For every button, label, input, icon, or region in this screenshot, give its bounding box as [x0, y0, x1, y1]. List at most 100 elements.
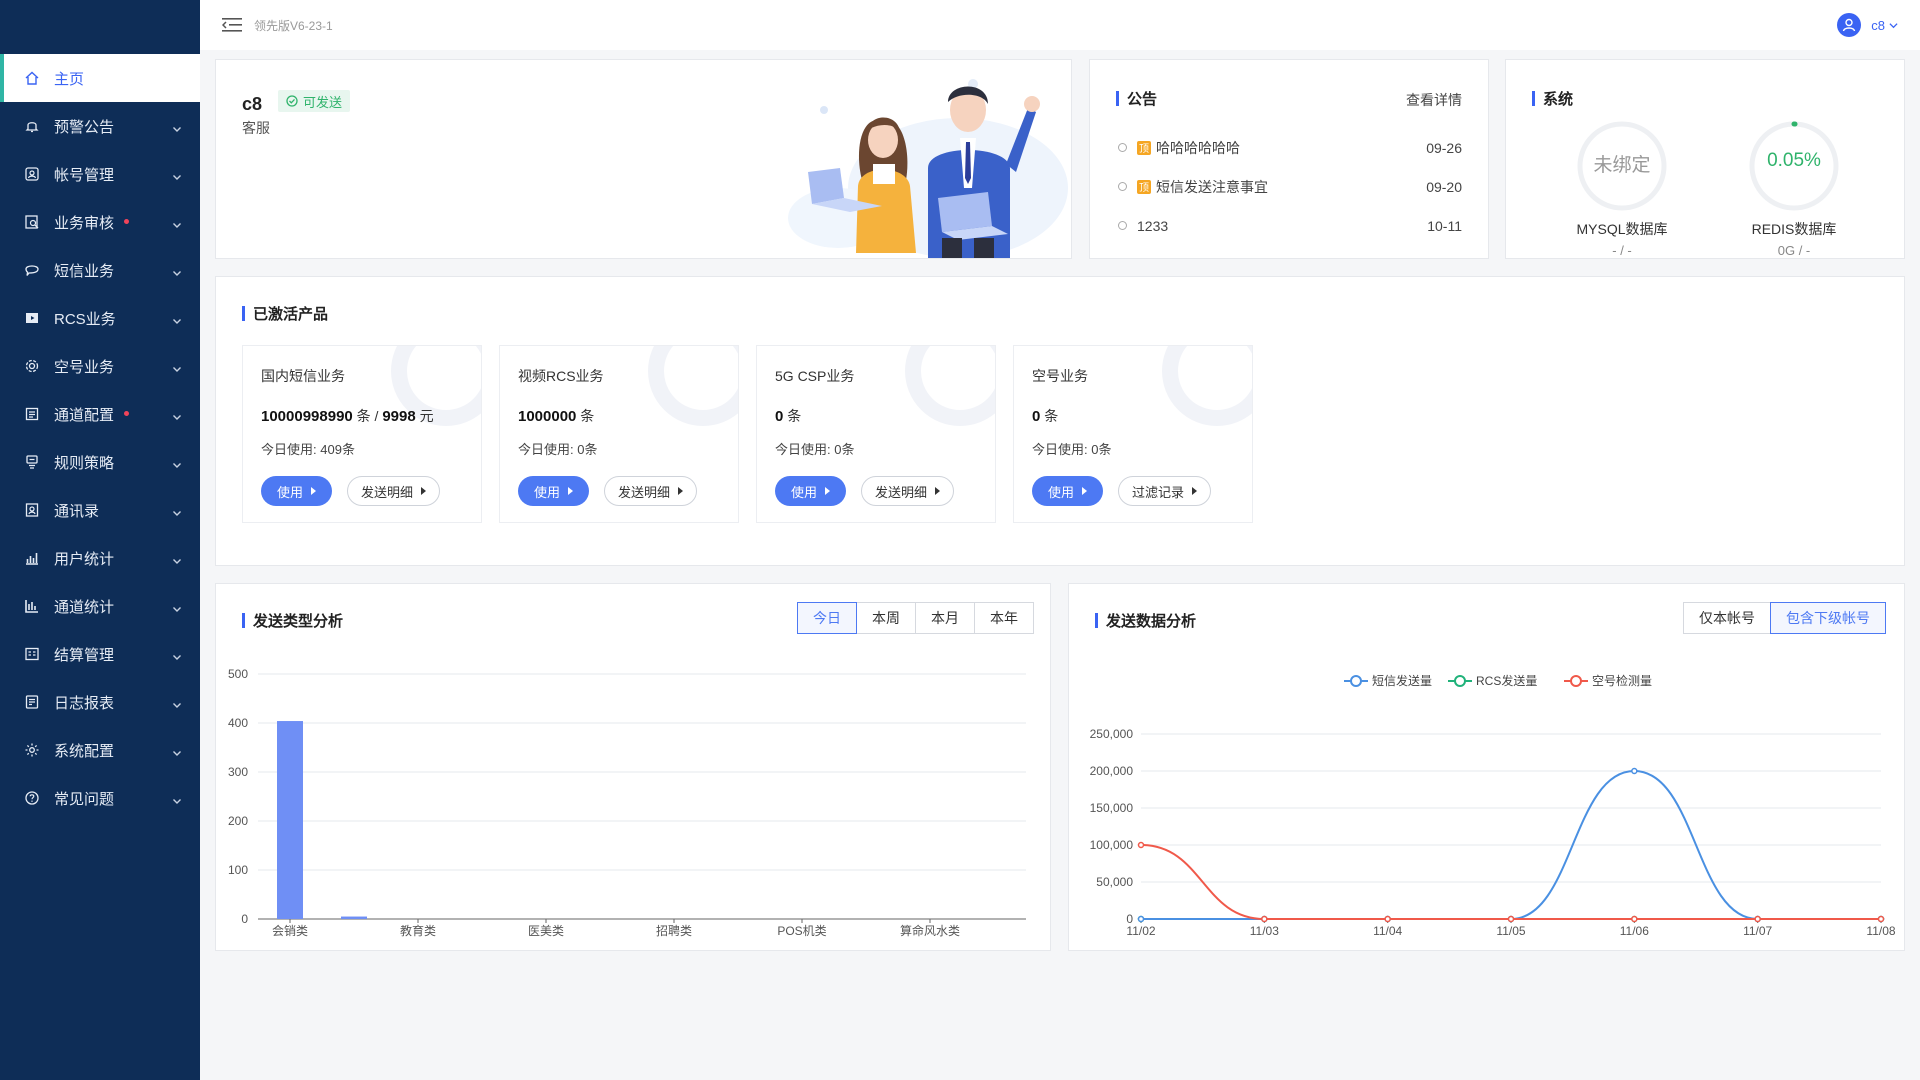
data-point: [1877, 915, 1885, 923]
product-name: 空号业务: [1032, 368, 1088, 384]
tab-period-3[interactable]: 本月: [915, 602, 975, 634]
sidebar-item-16[interactable]: 常见问题: [0, 774, 200, 822]
send-line-chart: 050,000100,000150,000200,000250,00011/02…: [1090, 673, 1896, 938]
today-usage: 今日使用: 0条: [1032, 439, 1111, 458]
notification-dot: [124, 410, 130, 416]
sidebar-item-10[interactable]: 通讯录: [0, 486, 200, 534]
detail-button[interactable]: 过滤记录: [1118, 476, 1212, 506]
notice-item[interactable]: 1233 10-11: [1118, 206, 1462, 245]
x-tick-label: 11/03: [1250, 924, 1279, 938]
sidebar-item-label: 通讯录: [54, 502, 100, 520]
sidebar-item-1[interactable]: 主页: [0, 54, 200, 102]
use-button[interactable]: 使用: [261, 476, 333, 506]
product-card: 视频RCS业务 1000000 条今日使用: 0条 使用 发送明细: [499, 345, 739, 523]
chevron-down-icon: [172, 793, 182, 804]
tab-period-2[interactable]: 本周: [856, 602, 916, 634]
sidebar-item-11[interactable]: 用户统计: [0, 534, 200, 582]
product-name: 5G CSP业务: [775, 368, 855, 384]
detail-button[interactable]: 发送明细: [604, 476, 698, 506]
x-tick-label: 招聘类: [656, 924, 692, 938]
x-tick-label: 算命风水类: [900, 923, 960, 938]
products-title: 已激活产品: [242, 303, 328, 324]
business-people-illustration: [788, 79, 1068, 258]
tab-period-4[interactable]: 本年: [974, 602, 1034, 634]
product-balance: 10000998990 条 / 9998 元: [261, 406, 434, 426]
chevron-down-icon: [172, 313, 182, 324]
caret-right-icon: [1192, 487, 1198, 495]
x-tick-label: 医美类: [528, 924, 564, 938]
sidebar-item-label: 短信业务: [54, 262, 115, 280]
detail-button-label: 发送明细: [361, 484, 414, 500]
y-tick-label: 100,000: [1090, 838, 1134, 852]
type-analysis-card: 发送类型分析 今日 本周 本月 本年 0 100 200 300 400 500 会销类 教育类 医美…: [215, 583, 1051, 951]
product-balance: 0 条: [1032, 406, 1058, 426]
tab-period-1[interactable]: 今日: [797, 602, 857, 634]
caret-right-icon: [568, 487, 574, 495]
chevron-down-icon: [172, 217, 182, 228]
chevron-down-icon: [1889, 22, 1898, 28]
balance-separator: /: [374, 408, 379, 424]
y-tick-label: 50,000: [1096, 875, 1133, 889]
sidebar-item-3[interactable]: 帐号管理: [0, 150, 200, 198]
redis-gauge-value: 0.05%: [1767, 150, 1821, 171]
notice-card: 公告 查看详情 顶哈哈哈哈哈哈 09-26 顶短信发送注意事宜 09-20 1233 10…: [1089, 59, 1489, 259]
sidebar-item-4[interactable]: 业务审核: [0, 198, 200, 246]
profile-name: c8: [242, 94, 263, 114]
notice-more-link[interactable]: 查看详情: [1406, 90, 1462, 110]
detail-button[interactable]: 发送明细: [861, 476, 955, 506]
y-tick-label: 200: [228, 814, 248, 828]
sidebar-item-7[interactable]: 空号业务: [0, 342, 200, 390]
user-menu[interactable]: c8: [1837, 13, 1898, 37]
legend-item[interactable]: 空号检测量: [1564, 673, 1652, 688]
sidebar-item-label: 系统配置: [54, 742, 115, 760]
tab-scope-1[interactable]: 仅本帐号: [1683, 602, 1771, 634]
sidebar-item-label: 通道配置: [54, 406, 115, 424]
legend-item[interactable]: 短信发送量: [1344, 673, 1432, 688]
y-tick-label: 200,000: [1090, 764, 1134, 778]
notice-item[interactable]: 顶哈哈哈哈哈哈 09-26: [1118, 128, 1462, 167]
products-card: 已激活产品 国内短信业务 10000998990 条 / 9998 元今日使用: …: [215, 276, 1905, 566]
channel-icon: [24, 406, 40, 422]
x-tick-label: POS机类: [777, 924, 826, 938]
sidebar-item-2[interactable]: 预警公告: [0, 102, 200, 150]
use-button[interactable]: 使用: [1032, 476, 1104, 506]
notice-item-date: 09-20: [1426, 178, 1462, 195]
tab-scope-2[interactable]: 包含下级帐号: [1770, 602, 1886, 634]
home-icon: [24, 70, 40, 86]
sidebar-item-9[interactable]: 规则策略: [0, 438, 200, 486]
notice-item[interactable]: 顶短信发送注意事宜 09-20: [1118, 167, 1462, 206]
system-card: 系统 未绑定 MYSQL数据库 - / - 0.05% REDIS数据库 0G …: [1505, 59, 1905, 259]
sidebar-item-15[interactable]: 系统配置: [0, 726, 200, 774]
sidebar-item-12[interactable]: 通道统计: [0, 582, 200, 630]
y-tick-label: 500: [228, 667, 248, 681]
y-tick-label: 250,000: [1090, 727, 1134, 741]
decorative-ring: [905, 346, 995, 426]
data-point: [1261, 915, 1268, 923]
data-point: [1631, 915, 1638, 923]
sidebar-item-8[interactable]: 通道配置: [0, 390, 200, 438]
use-button[interactable]: 使用: [775, 476, 847, 506]
data-analysis-card: 发送数据分析 仅本帐号 包含下级帐号 0 50,000 100,000 150,000 2…: [1068, 583, 1905, 951]
menu-fold-icon[interactable]: [222, 17, 242, 33]
x-tick-label: 教育类: [400, 923, 436, 938]
x-tick-label: 11/04: [1373, 924, 1402, 938]
today-usage-value: 0条: [577, 442, 598, 457]
rule-icon: [24, 454, 40, 470]
user-icon: [1843, 18, 1856, 32]
status-badge: 可发送: [278, 90, 351, 112]
contacts-icon: [24, 502, 40, 518]
data-point: [1631, 767, 1638, 775]
check-circle-icon: [286, 95, 298, 107]
today-usage-label: 今日使用:: [261, 442, 317, 457]
caret-right-icon: [311, 487, 317, 495]
sidebar-item-14[interactable]: 日志报表: [0, 678, 200, 726]
sidebar-item-5[interactable]: 短信业务: [0, 246, 200, 294]
sidebar-item-13[interactable]: 结算管理: [0, 630, 200, 678]
legend-item[interactable]: RCS发送量: [1448, 673, 1537, 688]
detail-button[interactable]: 发送明细: [347, 476, 441, 506]
product-balance: 1000000 条: [518, 406, 594, 426]
chevron-down-icon: [172, 601, 182, 612]
sidebar-item-6[interactable]: RCS业务: [0, 294, 200, 342]
use-button[interactable]: 使用: [518, 476, 590, 506]
bullet-circle-icon: [1118, 143, 1127, 152]
